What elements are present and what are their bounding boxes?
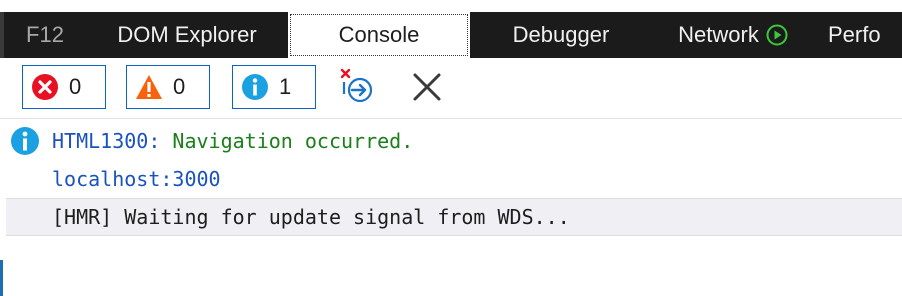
tab-performance[interactable]: Perfo [814, 12, 902, 58]
warnings-count: 0 [173, 74, 186, 99]
info-icon [242, 74, 268, 100]
tab-network-label: Network [678, 22, 759, 47]
info-filter-button[interactable]: 1 [232, 65, 316, 109]
message-code: HTML1300: [52, 129, 161, 153]
errors-count: 0 [69, 74, 82, 99]
tab-bar: F12 DOM Explorer Console Debugger Networ… [0, 12, 902, 58]
warning-icon [136, 75, 162, 99]
devtools-window: F12 DOM Explorer Console Debugger Networ… [0, 0, 902, 296]
clear-console-icon[interactable] [410, 70, 444, 104]
console-message: HTML1300: Navigation occurred. [6, 122, 902, 160]
play-icon[interactable] [766, 24, 788, 46]
window-edge [0, 260, 3, 296]
console-output: HTML1300: Navigation occurred. localhost… [6, 120, 902, 296]
message-text: HTML1300: Navigation occurred. [52, 129, 413, 153]
console-message: localhost:3000 [6, 160, 902, 198]
console-message: [HMR] Waiting for update signal from WDS… [6, 198, 902, 236]
tab-f12-label: F12 [26, 22, 64, 47]
errors-filter-button[interactable]: 0 [22, 65, 106, 109]
warnings-filter-button[interactable]: 0 [126, 65, 210, 109]
console-toolbar: 0 0 1 [0, 58, 902, 119]
info-count: 1 [279, 74, 292, 99]
tab-dom-explorer-label: DOM Explorer [117, 22, 257, 47]
top-strip [0, 0, 902, 12]
info-icon [11, 127, 39, 155]
source-link[interactable]: localhost:3000 [52, 167, 221, 191]
tab-network[interactable]: Network [652, 12, 814, 58]
message-body: Navigation occurred. [160, 129, 414, 153]
tab-dom-explorer[interactable]: DOM Explorer [86, 12, 288, 58]
tab-console-label: Console [338, 22, 420, 47]
tab-debugger-label: Debugger [512, 22, 610, 47]
tab-performance-label: Perfo [828, 22, 881, 47]
clear-on-navigate-icon[interactable] [336, 66, 380, 106]
error-icon [32, 74, 58, 100]
tab-console[interactable]: Console [288, 12, 470, 58]
message-body: [HMR] Waiting for update signal from WDS… [52, 205, 570, 229]
tab-f12[interactable]: F12 [4, 12, 86, 58]
tab-debugger[interactable]: Debugger [470, 12, 652, 58]
